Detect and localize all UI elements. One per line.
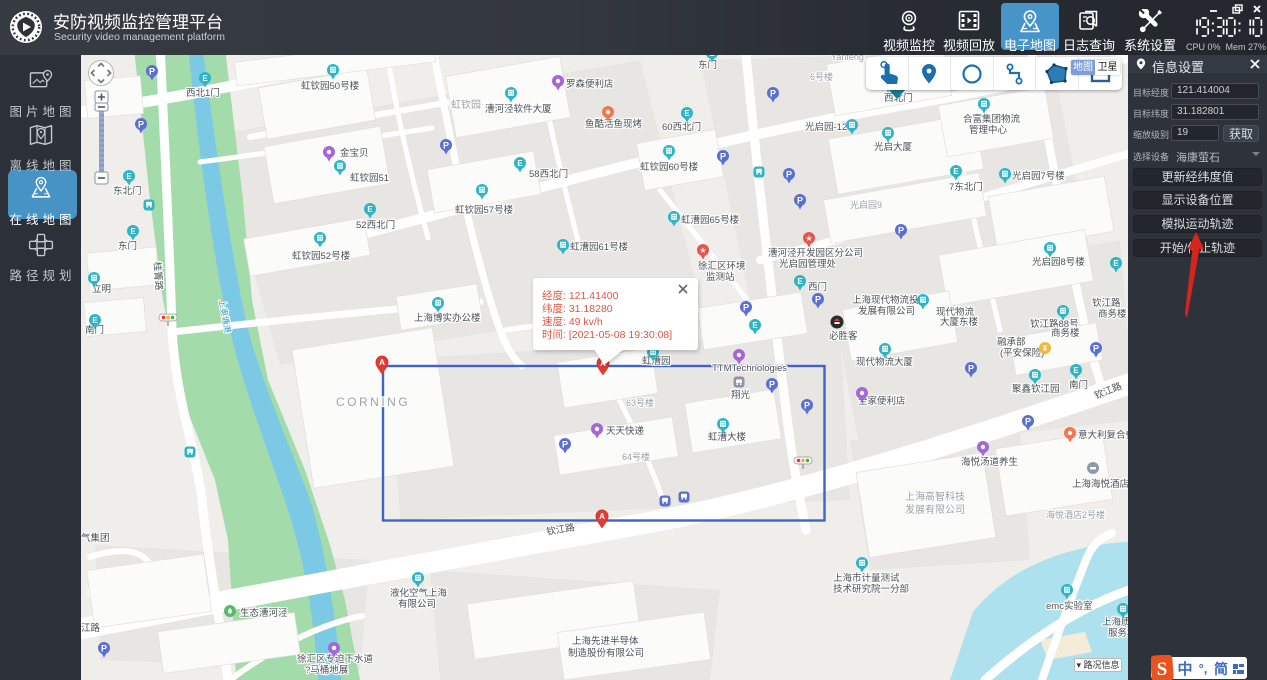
svg-text:西门: 西门: [808, 281, 827, 293]
svg-text:速度: 49 kv/h: 速度: 49 kv/h: [542, 315, 603, 328]
svg-text:发展有限公司: 发展有限公司: [905, 503, 965, 516]
svg-text:63号楼: 63号楼: [626, 397, 654, 408]
svg-text:虹钦园57号楼: 虹钦园57号楼: [455, 204, 514, 216]
svg-text:光启大厦: 光启大厦: [874, 141, 913, 153]
svg-text:液化空气上海: 液化空气上海: [390, 587, 448, 599]
svg-text:罗森便利店: 罗森便利店: [566, 78, 614, 90]
svg-text:58西北门: 58西北门: [529, 168, 568, 180]
svg-text:虹钦园51: 虹钦园51: [350, 172, 389, 184]
svg-text:虹钦园50号楼: 虹钦园50号楼: [301, 80, 360, 92]
svg-text:虹钦园: 虹钦园: [451, 99, 481, 111]
svg-text:52西北门: 52西北门: [356, 219, 395, 231]
svg-text:虹钦园52号楼: 虹钦园52号楼: [292, 250, 351, 262]
svg-text:管理中心: 管理中心: [969, 124, 1008, 136]
svg-text:融承部: 融承部: [997, 336, 1026, 348]
svg-text:商务楼: 商务楼: [1098, 308, 1127, 320]
svg-text:金宝贝: 金宝贝: [340, 147, 369, 159]
svg-text:上海先进半导体: 上海先进半导体: [572, 635, 639, 647]
svg-text:(平安保险): (平安保险): [1000, 347, 1044, 359]
svg-text:光启园7号楼: 光启园7号楼: [1012, 170, 1065, 182]
svg-text:虹钦园60号楼: 虹钦园60号楼: [640, 161, 699, 173]
svg-text:生态漕河泾: 生态漕河泾: [240, 607, 288, 619]
svg-text:64号楼: 64号楼: [622, 451, 650, 462]
svg-text:天天快递: 天天快递: [606, 425, 645, 437]
svg-text:?马桶地展: ?马桶地展: [305, 664, 349, 676]
svg-text:气集团: 气集团: [81, 532, 110, 544]
svg-text:虹漕园65号楼: 虹漕园65号楼: [681, 214, 740, 226]
svg-text:服务科: 服务科: [1108, 627, 1128, 639]
svg-text:6号楼: 6号楼: [810, 71, 833, 82]
svg-text:西北1门: 西北1门: [186, 87, 220, 99]
svg-text:必胜客: 必胜客: [829, 330, 858, 342]
svg-text:大厦东楼: 大厦东楼: [940, 316, 979, 328]
svg-text:商务楼: 商务楼: [1051, 327, 1080, 339]
svg-text:漕河泾开发园区分公司: 漕河泾开发园区分公司: [768, 247, 863, 259]
svg-text:虹漕大楼: 虹漕大楼: [708, 431, 747, 443]
svg-text:桂箐路: 桂箐路: [151, 261, 165, 291]
svg-text:emc实验室: emc实验室: [1046, 600, 1092, 612]
svg-text:翔光: 翔光: [731, 389, 751, 401]
svg-text:上海高智科技: 上海高智科技: [905, 490, 965, 503]
svg-text:简: 简: [1214, 661, 1228, 677]
svg-text:光启园8号楼: 光启园8号楼: [1032, 256, 1085, 268]
svg-text:发展有限公司: 发展有限公司: [858, 305, 915, 317]
svg-text:制造股份有限公司: 制造股份有限公司: [568, 647, 644, 659]
svg-text:南门: 南门: [1069, 379, 1088, 391]
svg-text:钦江路: 钦江路: [1092, 297, 1121, 309]
svg-text:上海博实办公楼: 上海博实办公楼: [414, 312, 481, 324]
svg-text:漕河泾软件大厦: 漕河泾软件大厦: [485, 103, 552, 115]
svg-text:技术研究院一分部: 技术研究院一分部: [833, 583, 909, 595]
svg-text:徐汇区环境: 徐汇区环境: [698, 260, 746, 272]
svg-text:东门: 东门: [118, 240, 137, 252]
svg-text:上海质监: 上海质监: [1102, 616, 1128, 628]
svg-text:60西北门: 60西北门: [662, 121, 701, 133]
svg-text:光启园-12: 光启园-12: [805, 121, 847, 133]
svg-text:监测站: 监测站: [706, 271, 735, 283]
svg-text:海悦汤道养生: 海悦汤道养生: [961, 456, 1019, 468]
svg-text:意大利复合餐: 意大利复合餐: [1078, 429, 1128, 441]
svg-text:S: S: [1157, 659, 1168, 680]
svg-text:纬度: 31.18280: 纬度: 31.18280: [542, 302, 613, 315]
svg-text:7东北门: 7东北门: [949, 181, 983, 193]
svg-text:东门: 东门: [698, 59, 717, 71]
svg-text:光启园9: 光启园9: [850, 199, 882, 210]
svg-text:上海市计量测试: 上海市计量测试: [833, 572, 900, 584]
svg-text:有限公司: 有限公司: [398, 598, 436, 610]
svg-text:TTMTechnologies: TTMTechnologies: [712, 363, 787, 374]
svg-text:合富集团物流: 合富集团物流: [963, 113, 1021, 125]
svg-text:中: 中: [1177, 660, 1192, 678]
svg-text:鱼酷活鱼现烤: 鱼酷活鱼现烤: [585, 118, 643, 130]
svg-text:时间: [2021-05-08 19:30:08]: 时间: [2021-05-08 19:30:08]: [542, 328, 672, 341]
svg-text:CORNING: CORNING: [336, 395, 410, 409]
svg-text:经度: 121.41400: 经度: 121.41400: [542, 289, 619, 302]
svg-text:江路: 江路: [81, 622, 101, 634]
svg-text:上海海悦酒店: 上海海悦酒店: [1072, 478, 1128, 490]
svg-text:¥: ¥: [1043, 344, 1048, 353]
svg-text:°,: °,: [1199, 661, 1208, 676]
svg-text:光启园管理处: 光启园管理处: [779, 258, 837, 270]
svg-text:聚鑫钦江园: 聚鑫钦江园: [1012, 383, 1060, 395]
svg-text:虹漕园61号楼: 虹漕园61号楼: [570, 241, 629, 253]
svg-text:海悦酒店2号楼: 海悦酒店2号楼: [1046, 509, 1105, 520]
